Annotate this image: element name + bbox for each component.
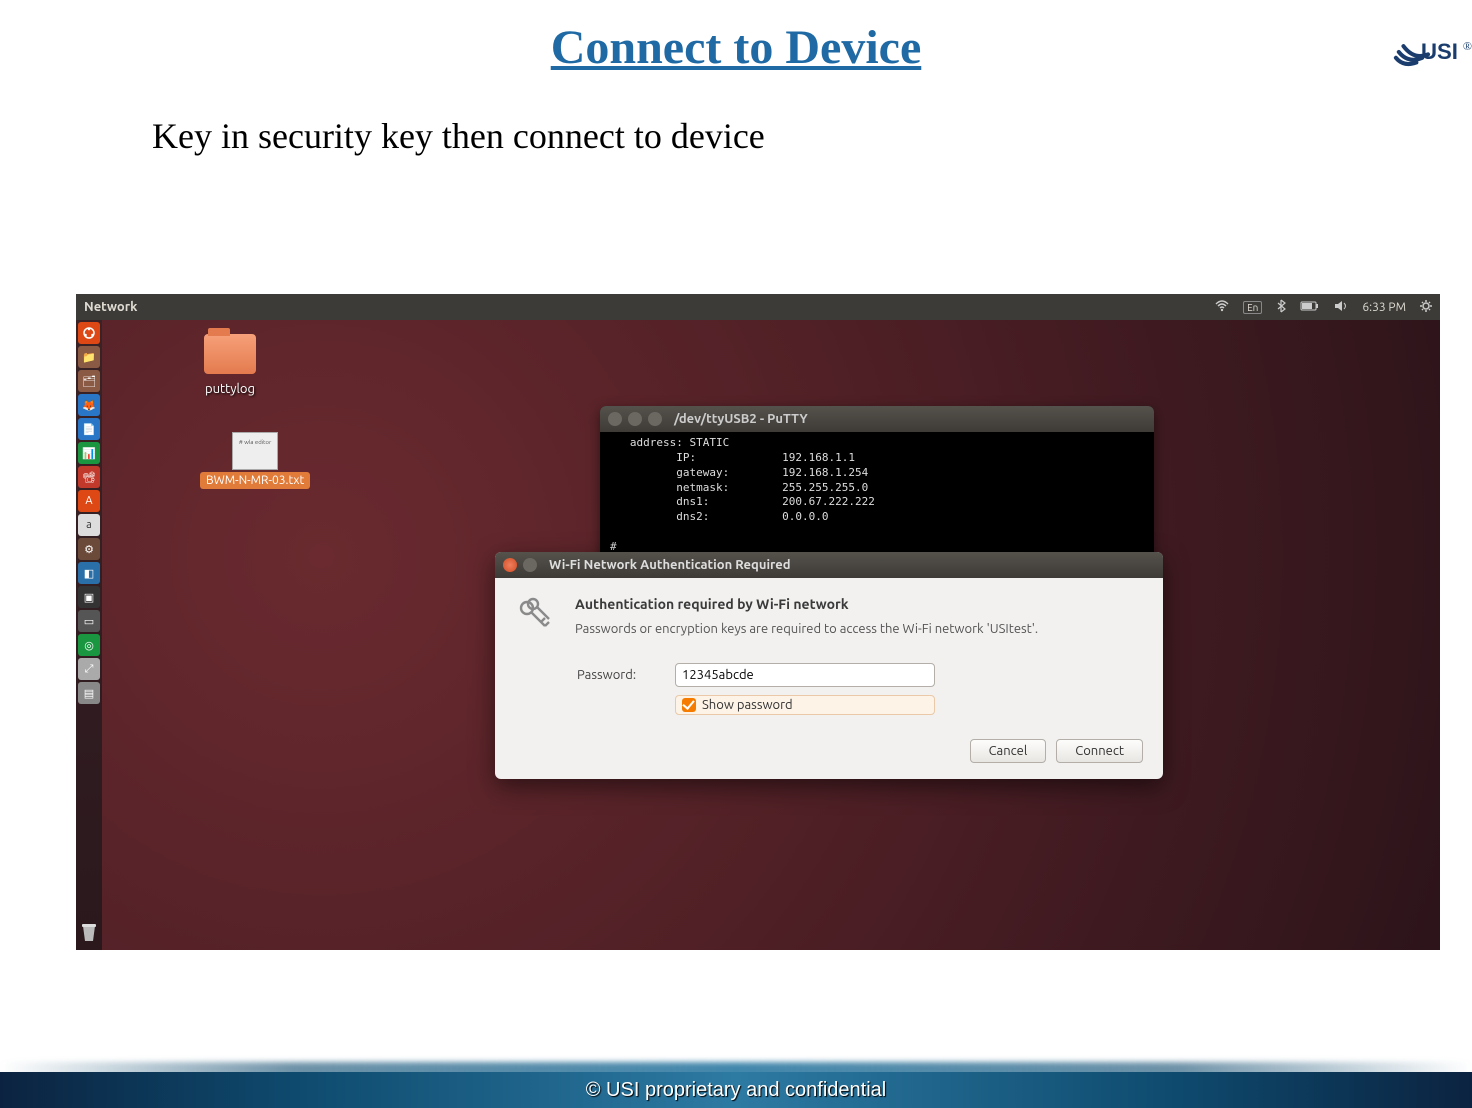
folder-icon bbox=[204, 334, 256, 374]
window-min-icon[interactable] bbox=[628, 412, 642, 426]
slide-title: Connect to Device bbox=[0, 20, 1472, 75]
folder-label: puttylog bbox=[204, 382, 256, 396]
dash-icon[interactable] bbox=[78, 322, 100, 344]
topbar-indicators: En 6:33 PM bbox=[1215, 299, 1432, 316]
writer-icon[interactable]: 📄 bbox=[78, 418, 100, 440]
dialog-min-icon[interactable] bbox=[523, 558, 537, 572]
putty-titlebar[interactable]: /dev/ttyUSB2 - PuTTY bbox=[600, 406, 1154, 432]
wifi-icon[interactable] bbox=[1215, 300, 1229, 315]
show-password-label: Show password bbox=[702, 698, 793, 712]
impress-icon[interactable]: 📽 bbox=[78, 466, 100, 488]
bluetooth-icon[interactable] bbox=[1276, 299, 1286, 316]
app-green-icon[interactable]: ◎ bbox=[78, 634, 100, 656]
wifi-auth-dialog: Wi-Fi Network Authentication Required bbox=[495, 552, 1163, 779]
show-password-toggle[interactable]: Show password bbox=[675, 695, 935, 715]
trash-icon[interactable] bbox=[80, 922, 98, 942]
svg-text:USI: USI bbox=[1421, 39, 1458, 64]
window-close-icon[interactable] bbox=[608, 412, 622, 426]
app-grey-icon[interactable]: ▭ bbox=[78, 610, 100, 632]
text-file-icon: # wla editor bbox=[232, 432, 278, 470]
desktop-file[interactable]: # wla editor BWM-N-MR-03.txt bbox=[200, 432, 310, 489]
app-expand-icon[interactable]: ⤢ bbox=[78, 658, 100, 680]
unity-launcher: 📁 🗂 🦊 📄 📊 📽 A a ⚙ ◧ ▣ ▭ ◎ ⤢ ▤ bbox=[76, 320, 102, 950]
calc-icon[interactable]: 📊 bbox=[78, 442, 100, 464]
putty-title-text: /dev/ttyUSB2 - PuTTY bbox=[674, 412, 808, 426]
usi-logo: USI ® bbox=[1393, 32, 1472, 72]
volume-icon[interactable] bbox=[1334, 300, 1348, 315]
files2-icon[interactable]: 🗂 bbox=[78, 370, 100, 392]
dialog-close-icon[interactable] bbox=[503, 558, 517, 572]
checkbox-checked-icon bbox=[682, 698, 696, 712]
desktop-folder[interactable]: puttylog bbox=[204, 334, 256, 396]
usi-logo-icon: USI bbox=[1393, 32, 1463, 72]
password-label: Password: bbox=[577, 668, 675, 682]
cancel-button[interactable]: Cancel bbox=[970, 739, 1047, 763]
settings-icon[interactable]: ⚙ bbox=[78, 538, 100, 560]
firefox-icon[interactable]: 🦊 bbox=[78, 394, 100, 416]
files-icon[interactable]: 📁 bbox=[78, 346, 100, 368]
auth-description: Passwords or encryption keys are require… bbox=[575, 622, 1038, 636]
app-a-icon[interactable]: a bbox=[78, 514, 100, 536]
auth-titlebar[interactable]: Wi-Fi Network Authentication Required bbox=[495, 552, 1163, 578]
battery-icon[interactable] bbox=[1300, 301, 1320, 314]
gear-icon[interactable] bbox=[1420, 300, 1432, 315]
topbar-title: Network bbox=[84, 300, 137, 314]
clock[interactable]: 6:33 PM bbox=[1362, 301, 1406, 314]
registered-mark: ® bbox=[1463, 39, 1472, 54]
password-input[interactable] bbox=[675, 663, 935, 687]
terminal-icon[interactable]: ▣ bbox=[78, 586, 100, 608]
ubuntu-screenshot: Network En 6:33 PM 📁 🗂 🦊 📄 bbox=[76, 294, 1440, 950]
copyright: © USI proprietary and confidential bbox=[0, 1079, 1472, 1102]
connect-button[interactable]: Connect bbox=[1056, 739, 1143, 763]
auth-title-text: Wi-Fi Network Authentication Required bbox=[549, 558, 791, 572]
desktop-topbar: Network En 6:33 PM bbox=[76, 294, 1440, 320]
slide-subtitle: Key in security key then connect to devi… bbox=[152, 115, 1472, 157]
file-label: BWM-N-MR-03.txt bbox=[200, 472, 310, 489]
software-icon[interactable]: A bbox=[78, 490, 100, 512]
drive-icon[interactable]: ▤ bbox=[78, 682, 100, 704]
app-blue-icon[interactable]: ◧ bbox=[78, 562, 100, 584]
language-indicator[interactable]: En bbox=[1243, 301, 1262, 314]
auth-heading: Authentication required by Wi-Fi network bbox=[575, 596, 1038, 612]
keys-icon bbox=[515, 596, 557, 641]
window-max-icon[interactable] bbox=[648, 412, 662, 426]
